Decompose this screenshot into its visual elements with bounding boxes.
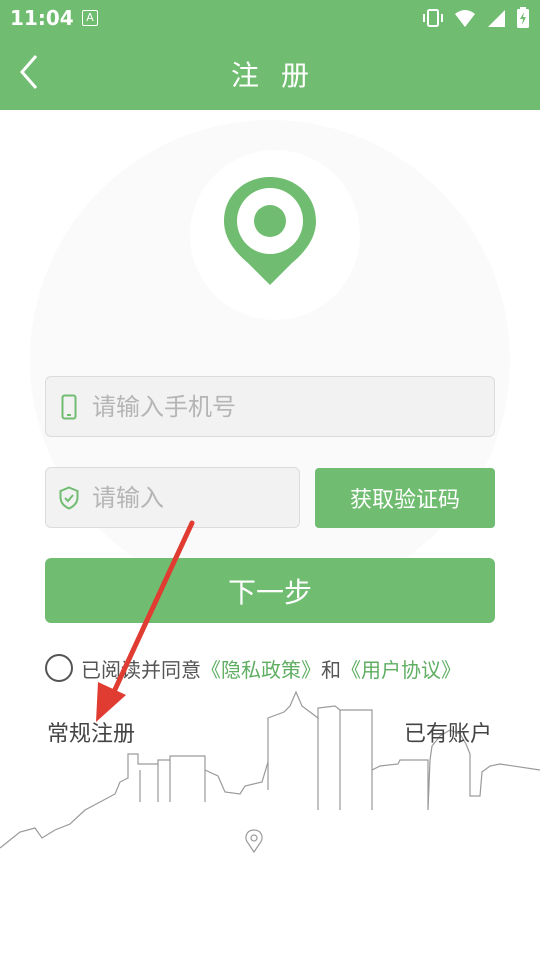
status-icons <box>422 7 530 29</box>
shield-check-icon <box>46 485 92 510</box>
agreement-conjunction: 和 <box>321 657 341 682</box>
agreement-row: 已阅读并同意 《隐私政策》 和 《用户协议》 <box>45 653 461 683</box>
status-bar: 11:04 A <box>0 0 540 38</box>
user-agreement-link[interactable]: 《用户协议》 <box>341 654 461 683</box>
page-title: 注册 <box>230 59 331 92</box>
wifi-icon <box>455 10 475 27</box>
code-field[interactable] <box>45 467 300 528</box>
next-button[interactable]: 下一步 <box>45 558 495 623</box>
agree-checkbox[interactable] <box>45 654 73 682</box>
app-bar: 注册 <box>0 38 540 110</box>
phone-input[interactable] <box>92 392 494 421</box>
have-account-link[interactable]: 已有账户 <box>404 716 492 748</box>
status-time: 11:04 <box>10 6 74 30</box>
battery-icon <box>517 7 529 28</box>
phone-icon <box>46 394 92 420</box>
agreement-prefix: 已阅读并同意 <box>81 657 201 682</box>
code-input[interactable] <box>92 483 299 512</box>
location-pin-icon <box>224 177 316 285</box>
normal-register-link[interactable]: 常规注册 <box>47 716 135 748</box>
status-indicator-icon: A <box>82 10 98 26</box>
vibrate-icon <box>423 9 443 27</box>
privacy-policy-link[interactable]: 《隐私政策》 <box>201 654 321 683</box>
signal-icon <box>488 10 505 27</box>
get-code-button[interactable]: 获取验证码 <box>315 468 495 528</box>
phone-field[interactable] <box>45 376 495 437</box>
